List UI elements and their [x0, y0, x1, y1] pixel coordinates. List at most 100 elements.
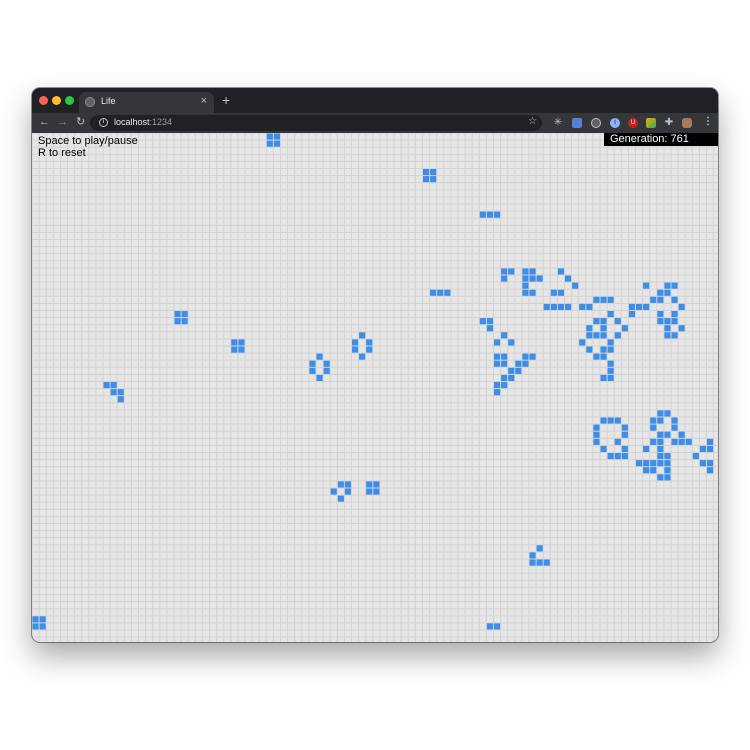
dead-cell[interactable]	[195, 325, 202, 332]
dead-cell[interactable]	[664, 240, 671, 247]
dead-cell[interactable]	[692, 474, 699, 481]
dead-cell[interactable]	[359, 431, 366, 438]
dead-cell[interactable]	[75, 382, 82, 389]
dead-cell[interactable]	[458, 275, 465, 282]
dead-cell[interactable]	[181, 204, 188, 211]
dead-cell[interactable]	[295, 176, 302, 183]
dead-cell[interactable]	[153, 204, 160, 211]
dead-cell[interactable]	[231, 424, 238, 431]
dead-cell[interactable]	[46, 176, 53, 183]
dead-cell[interactable]	[131, 190, 138, 197]
dead-cell[interactable]	[543, 318, 550, 325]
dead-cell[interactable]	[501, 481, 508, 488]
dead-cell[interactable]	[621, 410, 628, 417]
dead-cell[interactable]	[579, 240, 586, 247]
dead-cell[interactable]	[401, 318, 408, 325]
dead-cell[interactable]	[572, 445, 579, 452]
dead-cell[interactable]	[188, 169, 195, 176]
dead-cell[interactable]	[82, 445, 89, 452]
dead-cell[interactable]	[621, 282, 628, 289]
dead-cell[interactable]	[273, 460, 280, 467]
live-cell[interactable]	[636, 460, 643, 467]
dead-cell[interactable]	[217, 147, 224, 154]
dead-cell[interactable]	[131, 169, 138, 176]
dead-cell[interactable]	[415, 261, 422, 268]
dead-cell[interactable]	[344, 240, 351, 247]
dead-cell[interactable]	[210, 176, 217, 183]
dead-cell[interactable]	[174, 488, 181, 495]
dead-cell[interactable]	[146, 318, 153, 325]
dead-cell[interactable]	[465, 353, 472, 360]
dead-cell[interactable]	[401, 339, 408, 346]
dead-cell[interactable]	[543, 254, 550, 261]
dead-cell[interactable]	[614, 211, 621, 218]
dead-cell[interactable]	[231, 460, 238, 467]
dead-cell[interactable]	[579, 460, 586, 467]
dead-cell[interactable]	[685, 481, 692, 488]
dead-cell[interactable]	[600, 481, 607, 488]
dead-cell[interactable]	[153, 353, 160, 360]
dead-cell[interactable]	[217, 204, 224, 211]
dead-cell[interactable]	[579, 417, 586, 424]
dead-cell[interactable]	[423, 424, 430, 431]
dead-cell[interactable]	[188, 247, 195, 254]
dead-cell[interactable]	[337, 289, 344, 296]
dead-cell[interactable]	[465, 346, 472, 353]
dead-cell[interactable]	[281, 474, 288, 481]
dead-cell[interactable]	[195, 282, 202, 289]
dead-cell[interactable]	[600, 225, 607, 232]
dead-cell[interactable]	[508, 261, 515, 268]
dead-cell[interactable]	[352, 176, 359, 183]
dead-cell[interactable]	[139, 240, 146, 247]
dead-cell[interactable]	[430, 275, 437, 282]
dead-cell[interactable]	[224, 438, 231, 445]
dead-cell[interactable]	[643, 453, 650, 460]
dead-cell[interactable]	[643, 161, 650, 168]
dead-cell[interactable]	[174, 353, 181, 360]
dead-cell[interactable]	[337, 218, 344, 225]
dead-cell[interactable]	[550, 232, 557, 239]
dead-cell[interactable]	[650, 346, 657, 353]
dead-cell[interactable]	[131, 460, 138, 467]
dead-cell[interactable]	[32, 240, 39, 247]
dead-cell[interactable]	[394, 339, 401, 346]
dead-cell[interactable]	[281, 374, 288, 381]
dead-cell[interactable]	[288, 140, 295, 147]
dead-cell[interactable]	[572, 389, 579, 396]
dead-cell[interactable]	[380, 169, 387, 176]
dead-cell[interactable]	[117, 417, 124, 424]
dead-cell[interactable]	[494, 445, 501, 452]
dead-cell[interactable]	[387, 367, 394, 374]
dead-cell[interactable]	[366, 247, 373, 254]
dead-cell[interactable]	[415, 232, 422, 239]
dead-cell[interactable]	[295, 133, 302, 140]
live-cell[interactable]	[344, 488, 351, 495]
dead-cell[interactable]	[217, 424, 224, 431]
dead-cell[interactable]	[465, 460, 472, 467]
dead-cell[interactable]	[224, 140, 231, 147]
live-cell[interactable]	[593, 296, 600, 303]
dead-cell[interactable]	[643, 403, 650, 410]
dead-cell[interactable]	[231, 431, 238, 438]
dead-cell[interactable]	[614, 154, 621, 161]
dead-cell[interactable]	[437, 474, 444, 481]
dead-cell[interactable]	[415, 332, 422, 339]
dead-cell[interactable]	[494, 254, 501, 261]
dead-cell[interactable]	[408, 296, 415, 303]
dead-cell[interactable]	[32, 289, 39, 296]
dead-cell[interactable]	[323, 282, 330, 289]
dead-cell[interactable]	[32, 389, 39, 396]
dead-cell[interactable]	[451, 190, 458, 197]
dead-cell[interactable]	[238, 183, 245, 190]
dead-cell[interactable]	[224, 332, 231, 339]
dead-cell[interactable]	[53, 396, 60, 403]
live-cell[interactable]	[621, 325, 628, 332]
dead-cell[interactable]	[636, 232, 643, 239]
dead-cell[interactable]	[124, 453, 131, 460]
dead-cell[interactable]	[415, 367, 422, 374]
dead-cell[interactable]	[131, 161, 138, 168]
dead-cell[interactable]	[295, 353, 302, 360]
dead-cell[interactable]	[522, 140, 529, 147]
dead-cell[interactable]	[252, 445, 259, 452]
dead-cell[interactable]	[281, 396, 288, 403]
